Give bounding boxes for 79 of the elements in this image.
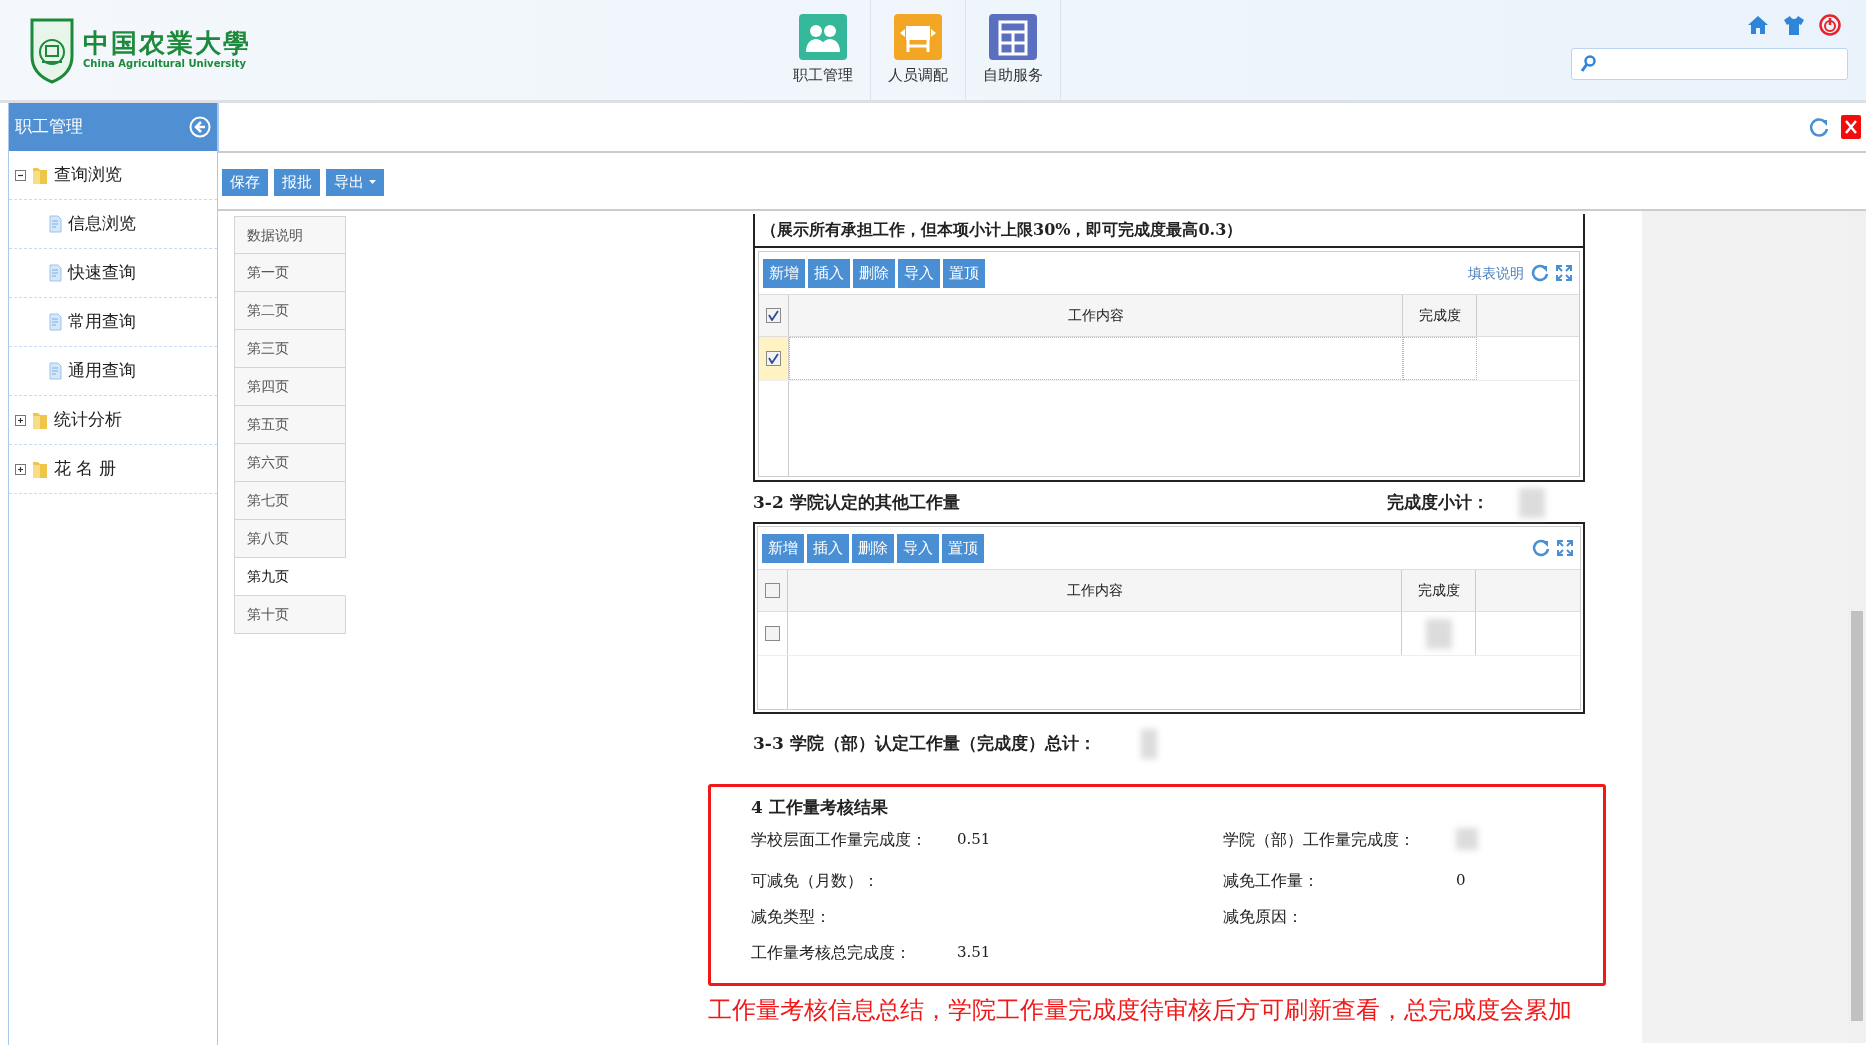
document-icon bbox=[49, 313, 62, 331]
folder-icon bbox=[32, 459, 48, 479]
checkbox[interactable] bbox=[766, 351, 781, 366]
people-icon bbox=[799, 13, 847, 60]
section-title: 4 工作量考核结果 bbox=[751, 796, 889, 819]
scrollbar-thumb[interactable] bbox=[1851, 611, 1863, 1021]
home-icon[interactable] bbox=[1747, 14, 1769, 36]
nav-tab[interactable]: 职工管理 bbox=[776, 0, 871, 102]
column-header: 工作内容 bbox=[789, 295, 1403, 336]
caret-icon bbox=[368, 180, 376, 185]
fullscreen-icon[interactable] bbox=[1557, 540, 1573, 556]
tree-item[interactable]: 通用查询 bbox=[9, 347, 217, 396]
checkbox[interactable] bbox=[766, 308, 781, 323]
column-header: 完成度 bbox=[1403, 295, 1477, 336]
logo-text: 中国农業大學 bbox=[83, 29, 251, 56]
page-tab[interactable]: 第十页 bbox=[234, 596, 346, 634]
field-label: 学校层面工作量完成度： bbox=[751, 828, 928, 851]
nav-tab[interactable]: 人员调配 bbox=[871, 0, 966, 102]
check-icon bbox=[768, 310, 779, 321]
tree-item[interactable]: 统计分析 bbox=[9, 396, 217, 445]
field-label: 可减免（月数）： bbox=[751, 869, 880, 892]
field-label: 减免工作量： bbox=[1223, 869, 1320, 892]
subtotal-label: 完成度小计： bbox=[1387, 491, 1489, 515]
tree-item[interactable]: 花 名 册 bbox=[9, 445, 217, 494]
close-icon[interactable] bbox=[1841, 115, 1861, 139]
section-title: 3-3 学院（部）认定工作量（完成度）总计： bbox=[753, 732, 1096, 756]
page-tab[interactable]: 第八页 bbox=[234, 520, 346, 558]
checkbox[interactable] bbox=[765, 583, 780, 598]
grid-window-icon bbox=[989, 13, 1037, 60]
search-icon bbox=[1580, 55, 1596, 73]
field-value: 3.51 bbox=[957, 941, 992, 963]
page-tab[interactable]: 第九页 bbox=[234, 558, 346, 596]
field-label: 减免原因： bbox=[1223, 905, 1304, 928]
tree-item[interactable]: 查询浏览 bbox=[9, 151, 217, 200]
tree-item[interactable]: 快速查询 bbox=[9, 249, 217, 298]
page-tab[interactable]: 第一页 bbox=[234, 254, 346, 292]
field-value: 0.51 bbox=[957, 828, 992, 850]
column-header: 完成度 bbox=[1402, 570, 1476, 611]
folder-icon bbox=[32, 165, 48, 185]
tree-item[interactable]: 常用查询 bbox=[9, 298, 217, 347]
tree-item[interactable]: 信息浏览 bbox=[9, 200, 217, 249]
page-tab[interactable]: 第三页 bbox=[234, 330, 346, 368]
blurred-value bbox=[1425, 618, 1452, 649]
page-tab[interactable]: 第五页 bbox=[234, 406, 346, 444]
refresh-icon[interactable] bbox=[1809, 117, 1829, 137]
page-tab[interactable]: 第四页 bbox=[234, 368, 346, 406]
document-icon bbox=[49, 215, 62, 233]
section-note: （展示所有承担工作，但本项小计上限30%，即可完成度最高0.3） bbox=[755, 214, 1583, 248]
sidebar-title: 职工管理 bbox=[15, 115, 83, 139]
folder-icon bbox=[32, 410, 48, 430]
checkbox[interactable] bbox=[765, 626, 780, 641]
refresh-icon[interactable] bbox=[1532, 539, 1550, 557]
document-icon bbox=[49, 362, 62, 380]
collapse-icon[interactable] bbox=[189, 116, 211, 138]
check-icon bbox=[768, 353, 779, 364]
field-value: 0 bbox=[1456, 869, 1467, 891]
annotation-text: 工作量考核信息总结，学院工作量完成度待审核后方可刷新查看，总完成度会累加 bbox=[708, 994, 1573, 1026]
university-emblem-icon bbox=[28, 16, 76, 84]
field-label: 减免类型： bbox=[751, 905, 832, 928]
logo-subtitle: China Agricultural University bbox=[83, 56, 248, 71]
field-label: 工作量考核总完成度： bbox=[751, 941, 912, 964]
page-tab[interactable]: 第二页 bbox=[234, 292, 346, 330]
search-field[interactable] bbox=[1571, 48, 1848, 80]
refresh-icon[interactable] bbox=[1531, 264, 1549, 282]
section-title: 3-2 学院认定的其他工作量 bbox=[753, 491, 960, 515]
page-tab[interactable]: 数据说明 bbox=[234, 216, 346, 254]
table-cell[interactable] bbox=[789, 337, 1403, 380]
table-cell[interactable] bbox=[1403, 337, 1477, 380]
column-header: 工作内容 bbox=[788, 570, 1402, 611]
shirt-icon[interactable] bbox=[1783, 14, 1805, 36]
row-selector[interactable] bbox=[759, 337, 789, 380]
fullscreen-icon[interactable] bbox=[1556, 265, 1572, 281]
power-icon[interactable] bbox=[1819, 14, 1841, 36]
nav-tab[interactable]: 自助服务 bbox=[966, 0, 1061, 102]
document-icon bbox=[49, 264, 62, 282]
page-tab[interactable]: 第七页 bbox=[234, 482, 346, 520]
field-label: 学院（部）工作量完成度： bbox=[1223, 828, 1416, 851]
help-link[interactable]: 填表说明 bbox=[1468, 262, 1524, 284]
page-tab[interactable]: 第六页 bbox=[234, 444, 346, 482]
